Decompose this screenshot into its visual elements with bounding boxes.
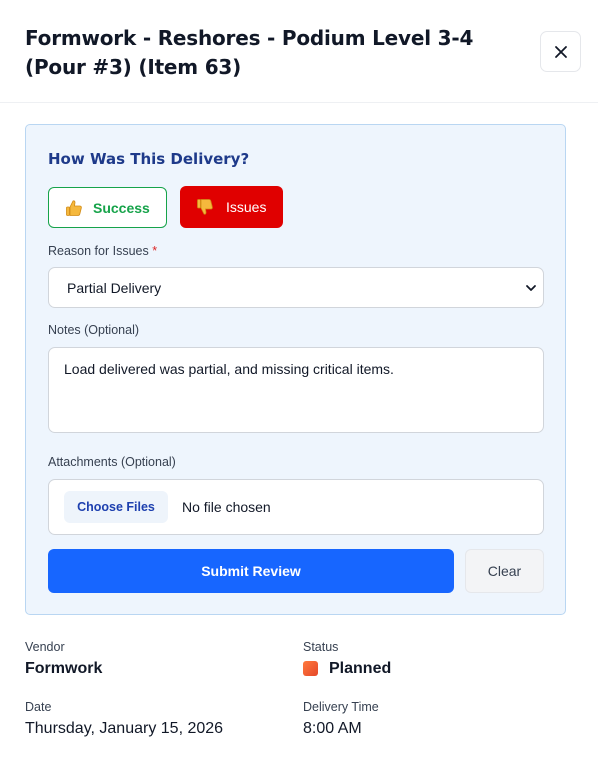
date-value: Thursday, January 15, 2026 xyxy=(25,720,224,737)
status-label: Status xyxy=(303,640,339,654)
attachments-label: Attachments (Optional) xyxy=(48,455,176,469)
vendor-value: Formwork xyxy=(25,660,103,677)
choose-files-button[interactable]: Choose Files xyxy=(64,491,168,523)
notes-label: Notes (Optional) xyxy=(48,323,140,337)
reason-label: Reason for Issues * xyxy=(48,244,157,258)
thumbs-down-icon xyxy=(197,199,213,215)
thumbs-up-icon xyxy=(66,199,82,216)
attachments-input: Choose Files No file chosen xyxy=(48,479,544,535)
close-icon xyxy=(554,45,567,58)
delivery-review-panel: How Was This Delivery? Success Issues Re… xyxy=(25,124,566,615)
required-marker: * xyxy=(152,244,158,258)
review-heading: How Was This Delivery? xyxy=(48,150,250,168)
vendor-label: Vendor xyxy=(25,640,65,654)
issues-button[interactable]: Issues xyxy=(180,186,283,228)
issues-label: Issues xyxy=(226,199,267,215)
success-button[interactable]: Success xyxy=(48,187,167,228)
submit-review-button[interactable]: Submit Review xyxy=(48,549,454,593)
clear-button[interactable]: Clear xyxy=(465,549,544,593)
status-value: Planned xyxy=(329,660,392,677)
notes-field[interactable]: Load delivered was partial, and missing … xyxy=(48,347,544,433)
delivery-time-value: 8:00 AM xyxy=(303,720,362,737)
chevron-down-icon xyxy=(526,285,536,291)
close-button[interactable] xyxy=(540,31,581,72)
reason-label-text: Reason for Issues xyxy=(48,244,149,258)
delivery-time-label: Delivery Time xyxy=(303,700,379,714)
modal-header: Formwork - Reshores - Podium Level 3-4 (… xyxy=(0,0,598,103)
success-label: Success xyxy=(93,199,150,216)
status-indicator-icon xyxy=(303,661,318,676)
reason-select-value: Partial Delivery xyxy=(67,279,162,296)
no-file-text: No file chosen xyxy=(182,499,271,515)
page-title: Formwork - Reshores - Podium Level 3-4 (… xyxy=(25,26,474,79)
reason-select[interactable]: Partial Delivery xyxy=(48,267,544,308)
date-label: Date xyxy=(25,700,52,714)
